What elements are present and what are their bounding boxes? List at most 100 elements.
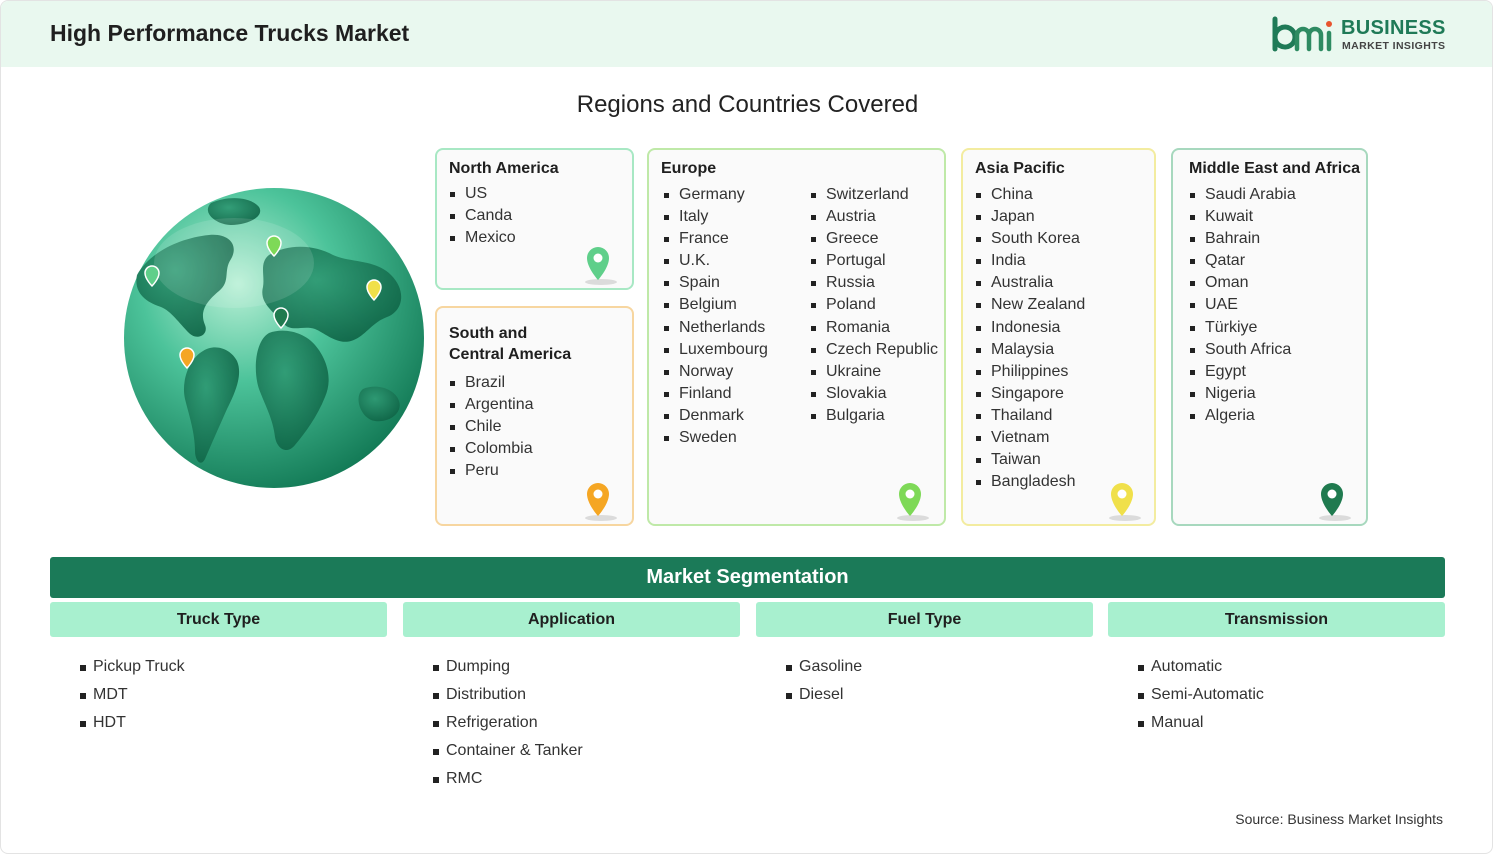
company-logo: BUSINESS MARKET INSIGHTS xyxy=(1271,15,1451,55)
list-item: Argentina xyxy=(449,394,534,416)
source-note: Source: Business Market Insights xyxy=(1235,811,1443,827)
list-item: Russia xyxy=(810,272,938,294)
segment-column-application: Application Dumping Distribution Refrige… xyxy=(403,602,740,793)
list-item: Peru xyxy=(449,460,534,482)
region-list-europe-col1: Germany Italy France U.K. Spain Belgium … xyxy=(663,184,768,449)
list-item: Qatar xyxy=(1189,250,1296,272)
logo-text-business: BUSINESS xyxy=(1341,17,1446,39)
region-card-europe: Europe Germany Italy France U.K. Spain B… xyxy=(647,148,946,526)
list-item: Colombia xyxy=(449,438,534,460)
list-item: Romania xyxy=(810,317,938,339)
list-item: Netherlands xyxy=(663,317,768,339)
list-item: India xyxy=(975,250,1085,272)
list-item: Saudi Arabia xyxy=(1189,184,1296,206)
list-item: Mexico xyxy=(449,227,516,249)
list-item: Finland xyxy=(663,383,768,405)
region-list-asia-pacific: China Japan South Korea India Australia … xyxy=(975,184,1085,493)
list-item: UAE xyxy=(1189,294,1296,316)
list-item: Distribution xyxy=(433,681,740,709)
list-item: Taiwan xyxy=(975,449,1085,471)
list-item: Vietnam xyxy=(975,427,1085,449)
list-item: Kuwait xyxy=(1189,206,1296,228)
segment-column-transmission: Transmission Automatic Semi-Automatic Ma… xyxy=(1108,602,1445,737)
segment-header: Application xyxy=(403,602,740,637)
list-item: Poland xyxy=(810,294,938,316)
list-item: Malaysia xyxy=(975,339,1085,361)
list-item: Slovakia xyxy=(810,383,938,405)
list-item: Gasoline xyxy=(786,653,1093,681)
list-item: Indonesia xyxy=(975,317,1085,339)
header: High Performance Trucks Market BUSINESS … xyxy=(1,1,1492,67)
region-title-asia-pacific: Asia Pacific xyxy=(975,160,1065,177)
region-title-south-central-america: South and Central America xyxy=(449,323,571,365)
location-pin-icon xyxy=(1319,483,1351,521)
list-item: Greece xyxy=(810,228,938,250)
list-item: HDT xyxy=(80,709,387,737)
list-item: Semi-Automatic xyxy=(1138,681,1445,709)
region-list-north-america: US Canda Mexico xyxy=(449,183,516,249)
list-item: South Korea xyxy=(975,228,1085,250)
list-item: Norway xyxy=(663,361,768,383)
segment-header: Truck Type xyxy=(50,602,387,637)
list-item: Bulgaria xyxy=(810,405,938,427)
segment-list: Pickup Truck MDT HDT xyxy=(80,653,387,737)
list-item: Refrigeration xyxy=(433,709,740,737)
region-list-south-central-america: Brazil Argentina Chile Colombia Peru xyxy=(449,372,534,482)
regions-title: Regions and Countries Covered xyxy=(576,91,919,118)
region-list-europe-col2: Switzerland Austria Greece Portugal Russ… xyxy=(810,184,938,427)
list-item: Automatic xyxy=(1138,653,1445,681)
list-item: Thailand xyxy=(975,405,1085,427)
list-item: South Africa xyxy=(1189,339,1296,361)
list-item: Luxembourg xyxy=(663,339,768,361)
list-item: MDT xyxy=(80,681,387,709)
list-item: Italy xyxy=(663,206,768,228)
list-item: Portugal xyxy=(810,250,938,272)
list-item: New Zealand xyxy=(975,294,1085,316)
list-item: Sweden xyxy=(663,427,768,449)
segment-list: Dumping Distribution Refrigeration Conta… xyxy=(433,653,740,793)
list-item: Australia xyxy=(975,272,1085,294)
region-title-line: South and Central America xyxy=(449,325,572,363)
location-pin-icon xyxy=(585,483,617,521)
logo-icon xyxy=(1272,16,1332,52)
list-item: Brazil xyxy=(449,372,534,394)
list-item: U.K. xyxy=(663,250,768,272)
location-pin-icon xyxy=(585,247,617,285)
list-item: Dumping xyxy=(433,653,740,681)
list-item: France xyxy=(663,228,768,250)
globe-icon xyxy=(124,188,424,488)
list-item: Chile xyxy=(449,416,534,438)
segment-list: Automatic Semi-Automatic Manual xyxy=(1138,653,1445,737)
list-item: Belgium xyxy=(663,294,768,316)
list-item: Manual xyxy=(1138,709,1445,737)
segmentation-title: Market Segmentation xyxy=(50,557,1445,598)
list-item: Oman xyxy=(1189,272,1296,294)
list-item: Bahrain xyxy=(1189,228,1296,250)
list-item: Germany xyxy=(663,184,768,206)
list-item: Czech Republic xyxy=(810,339,938,361)
segment-column-truck-type: Truck Type Pickup Truck MDT HDT xyxy=(50,602,387,737)
location-pin-icon xyxy=(897,483,929,521)
list-item: US xyxy=(449,183,516,205)
location-pin-icon xyxy=(1109,483,1141,521)
list-item: Diesel xyxy=(786,681,1093,709)
list-item: China xyxy=(975,184,1085,206)
region-card-south-central-america: South and Central America Brazil Argenti… xyxy=(435,306,634,526)
list-item: Nigeria xyxy=(1189,383,1296,405)
list-item: Austria xyxy=(810,206,938,228)
list-item: Japan xyxy=(975,206,1085,228)
list-item: Spain xyxy=(663,272,768,294)
segment-header: Transmission xyxy=(1108,602,1445,637)
segment-column-fuel-type: Fuel Type Gasoline Diesel xyxy=(756,602,1093,709)
list-item: Container & Tanker xyxy=(433,737,740,765)
list-item: Philippines xyxy=(975,361,1085,383)
region-list-middle-east-africa: Saudi Arabia Kuwait Bahrain Qatar Oman U… xyxy=(1189,184,1296,427)
list-item: Türkiye xyxy=(1189,317,1296,339)
region-title-north-america: North America xyxy=(449,160,559,177)
list-item: Denmark xyxy=(663,405,768,427)
region-card-middle-east-africa: Middle East and Africa Saudi Arabia Kuwa… xyxy=(1171,148,1368,526)
page-frame: High Performance Trucks Market BUSINESS … xyxy=(0,0,1493,854)
page-title: High Performance Trucks Market xyxy=(50,20,410,46)
list-item: RMC xyxy=(433,765,740,793)
region-card-asia-pacific: Asia Pacific China Japan South Korea Ind… xyxy=(961,148,1156,526)
